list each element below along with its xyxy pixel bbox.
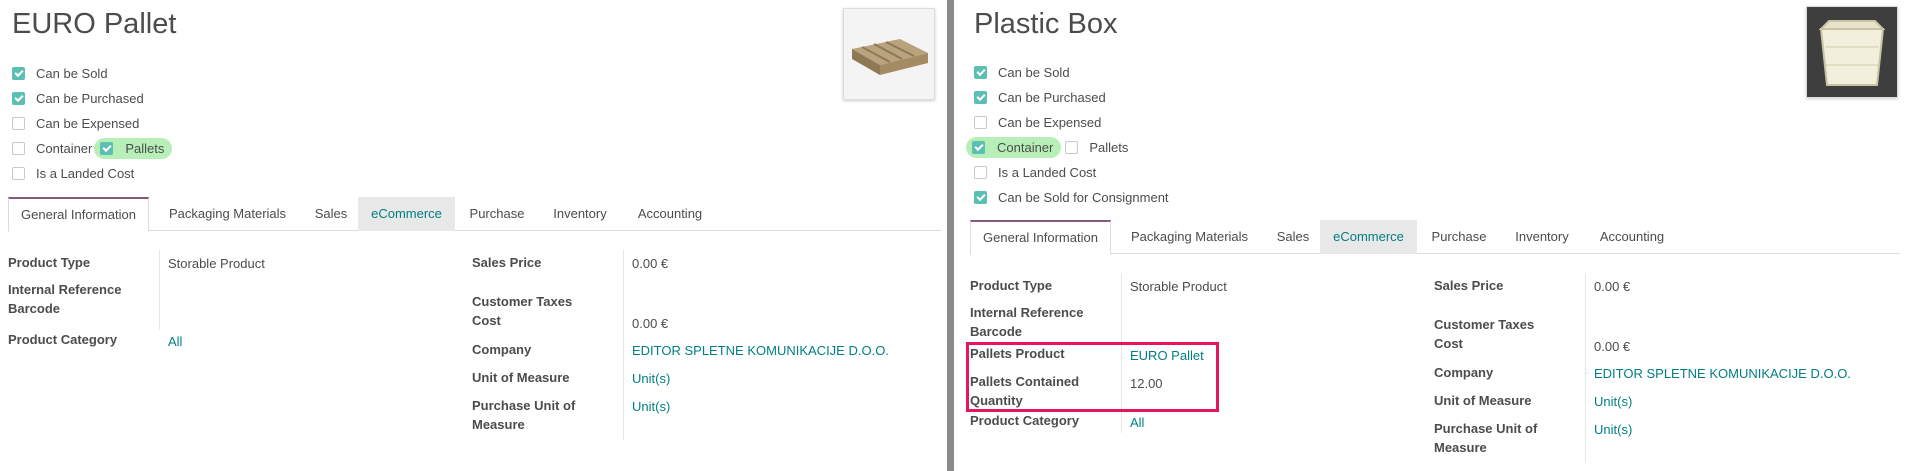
checkbox-icon[interactable] (12, 66, 25, 80)
tab-sales[interactable]: Sales (306, 197, 356, 231)
cost-value[interactable]: 0.00 € (632, 314, 668, 333)
tab-general-information[interactable]: General Information (8, 197, 149, 232)
checkbox-icon[interactable] (12, 166, 25, 180)
product-type-value[interactable]: Storable Product (168, 254, 265, 273)
euro-pallet-form: EURO Pallet Can be Sold Can be Purchased… (0, 0, 947, 471)
tab-sales[interactable]: Sales (1268, 220, 1318, 254)
unit-of-measure-label: Unit of Measure (1434, 393, 1532, 408)
tab-ecommerce[interactable]: eCommerce (358, 197, 455, 231)
can-be-purchased-checkbox[interactable]: Can be Purchased (974, 87, 1106, 107)
barcode-label: Barcode (8, 301, 61, 316)
unit-of-measure-label: Unit of Measure (472, 370, 570, 385)
customer-taxes-label: Customer Taxes (1434, 317, 1535, 332)
tab-packaging-materials[interactable]: Packaging Materials (1116, 220, 1263, 254)
company-value[interactable]: EDITOR SPLETNE KOMUNIKACIJE D.O.O. (632, 341, 889, 360)
landed-cost-checkbox[interactable]: Is a Landed Cost (12, 163, 134, 183)
checkbox-icon[interactable] (12, 91, 25, 105)
purchase-uom-value[interactable]: Unit(s) (1594, 420, 1632, 439)
product-category-label: Product Category (970, 413, 1080, 428)
tab-purchase[interactable]: Purchase (462, 197, 532, 231)
screenshot-divider (947, 0, 954, 471)
form-tabs: General Information Packaging Materials … (8, 197, 941, 232)
tab-ecommerce[interactable]: eCommerce (1320, 220, 1417, 254)
container-checkbox[interactable] (12, 141, 25, 155)
checkbox-icon[interactable] (12, 116, 25, 130)
unit-of-measure-value[interactable]: Unit(s) (632, 369, 670, 388)
tab-purchase[interactable]: Purchase (1424, 220, 1494, 254)
purchase-uom-label-2: Measure (472, 417, 525, 432)
plastic-box-form: Plastic Box Can be Sold Can be Purchased… (954, 0, 1906, 471)
tab-accounting[interactable]: Accounting (1588, 220, 1676, 254)
sales-price-value[interactable]: 0.00 € (632, 254, 668, 273)
product-image[interactable] (843, 8, 935, 100)
pallets-highlight[interactable]: Pallets (94, 137, 173, 159)
product-category-value[interactable]: All (1130, 413, 1144, 432)
column-divider (623, 250, 624, 440)
checkbox-icon[interactable] (974, 115, 987, 129)
company-label: Company (1434, 365, 1494, 380)
pallets-checkbox[interactable] (1065, 140, 1079, 154)
purchase-uom-label-2: Measure (1434, 440, 1487, 455)
product-category-value[interactable]: All (168, 332, 182, 351)
checkbox-icon[interactable] (974, 165, 987, 179)
plastic-box-icon (1807, 7, 1897, 97)
company-value[interactable]: EDITOR SPLETNE KOMUNIKACIJE D.O.O. (1594, 364, 1851, 383)
purchase-uom-label: Purchase Unit of (472, 398, 576, 413)
cost-label: Cost (472, 313, 501, 328)
unit-of-measure-value[interactable]: Unit(s) (1594, 392, 1632, 411)
purchase-uom-label: Purchase Unit of (1434, 421, 1538, 436)
internal-reference-label: Internal Reference (8, 282, 122, 297)
product-image[interactable] (1806, 6, 1898, 98)
can-be-sold-checkbox[interactable]: Can be Sold (974, 62, 1070, 82)
column-divider (159, 250, 160, 330)
container-pallets-row: Container Pallets (12, 137, 173, 159)
product-type-label: Product Type (970, 278, 1053, 293)
barcode-label: Barcode (970, 324, 1023, 339)
product-title: Plastic Box (974, 8, 1118, 40)
sold-for-consignment-checkbox[interactable]: Can be Sold for Consignment (974, 187, 1169, 207)
sales-price-value[interactable]: 0.00 € (1594, 277, 1630, 296)
product-category-label: Product Category (8, 332, 118, 347)
landed-cost-checkbox[interactable]: Is a Landed Cost (974, 162, 1096, 182)
tab-accounting[interactable]: Accounting (626, 197, 714, 231)
purchase-uom-value[interactable]: Unit(s) (632, 397, 670, 416)
can-be-purchased-checkbox[interactable]: Can be Purchased (12, 88, 144, 108)
tab-general-information[interactable]: General Information (970, 220, 1111, 255)
tab-inventory[interactable]: Inventory (545, 197, 615, 231)
checkbox-icon[interactable] (974, 90, 987, 104)
tab-inventory[interactable]: Inventory (1507, 220, 1577, 254)
container-checkbox[interactable] (972, 140, 985, 154)
form-tabs: General Information Packaging Materials … (970, 220, 1900, 255)
tab-packaging-materials[interactable]: Packaging Materials (154, 197, 301, 231)
column-divider (1585, 273, 1586, 463)
internal-reference-label: Internal Reference (970, 305, 1084, 320)
can-be-expensed-checkbox[interactable]: Can be Expensed (12, 113, 139, 133)
pallets-checkbox[interactable] (100, 141, 114, 155)
checkbox-icon[interactable] (974, 65, 987, 79)
checkbox-icon[interactable] (974, 190, 987, 204)
product-title: EURO Pallet (12, 8, 177, 40)
container-highlight[interactable]: Container (966, 136, 1062, 158)
wooden-pallet-icon (852, 39, 928, 75)
product-type-label: Product Type (8, 255, 91, 270)
sales-price-label: Sales Price (1434, 278, 1504, 293)
can-be-expensed-checkbox[interactable]: Can be Expensed (974, 112, 1101, 132)
customer-taxes-label: Customer Taxes (472, 294, 573, 309)
annotation-highlight-box (966, 342, 1219, 412)
cost-value[interactable]: 0.00 € (1594, 337, 1630, 356)
product-type-value[interactable]: Storable Product (1130, 277, 1227, 296)
container-pallets-row: Container Pallets (966, 136, 1128, 158)
company-label: Company (472, 342, 532, 357)
sales-price-label: Sales Price (472, 255, 542, 270)
cost-label: Cost (1434, 336, 1463, 351)
can-be-sold-checkbox[interactable]: Can be Sold (12, 63, 108, 83)
